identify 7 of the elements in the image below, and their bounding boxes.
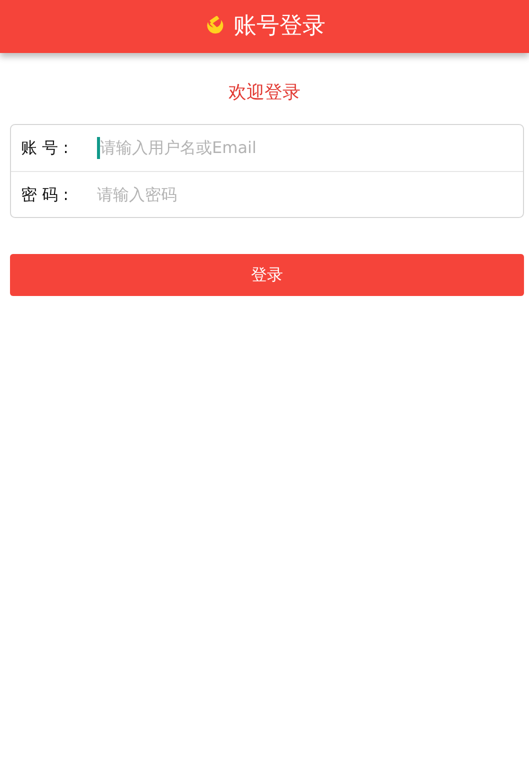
input-field[interactable]: 请输入密码	[97, 182, 523, 206]
header-title: 账号登录	[234, 12, 326, 42]
field-label: 密 码 :	[21, 184, 70, 206]
input-field[interactable]: 请输入用户名或Email	[100, 136, 523, 160]
field-label: 账 号 :	[21, 137, 70, 159]
login-button[interactable]: 登录	[10, 254, 524, 296]
welcome-heading: 欢迎登录	[228, 81, 302, 105]
